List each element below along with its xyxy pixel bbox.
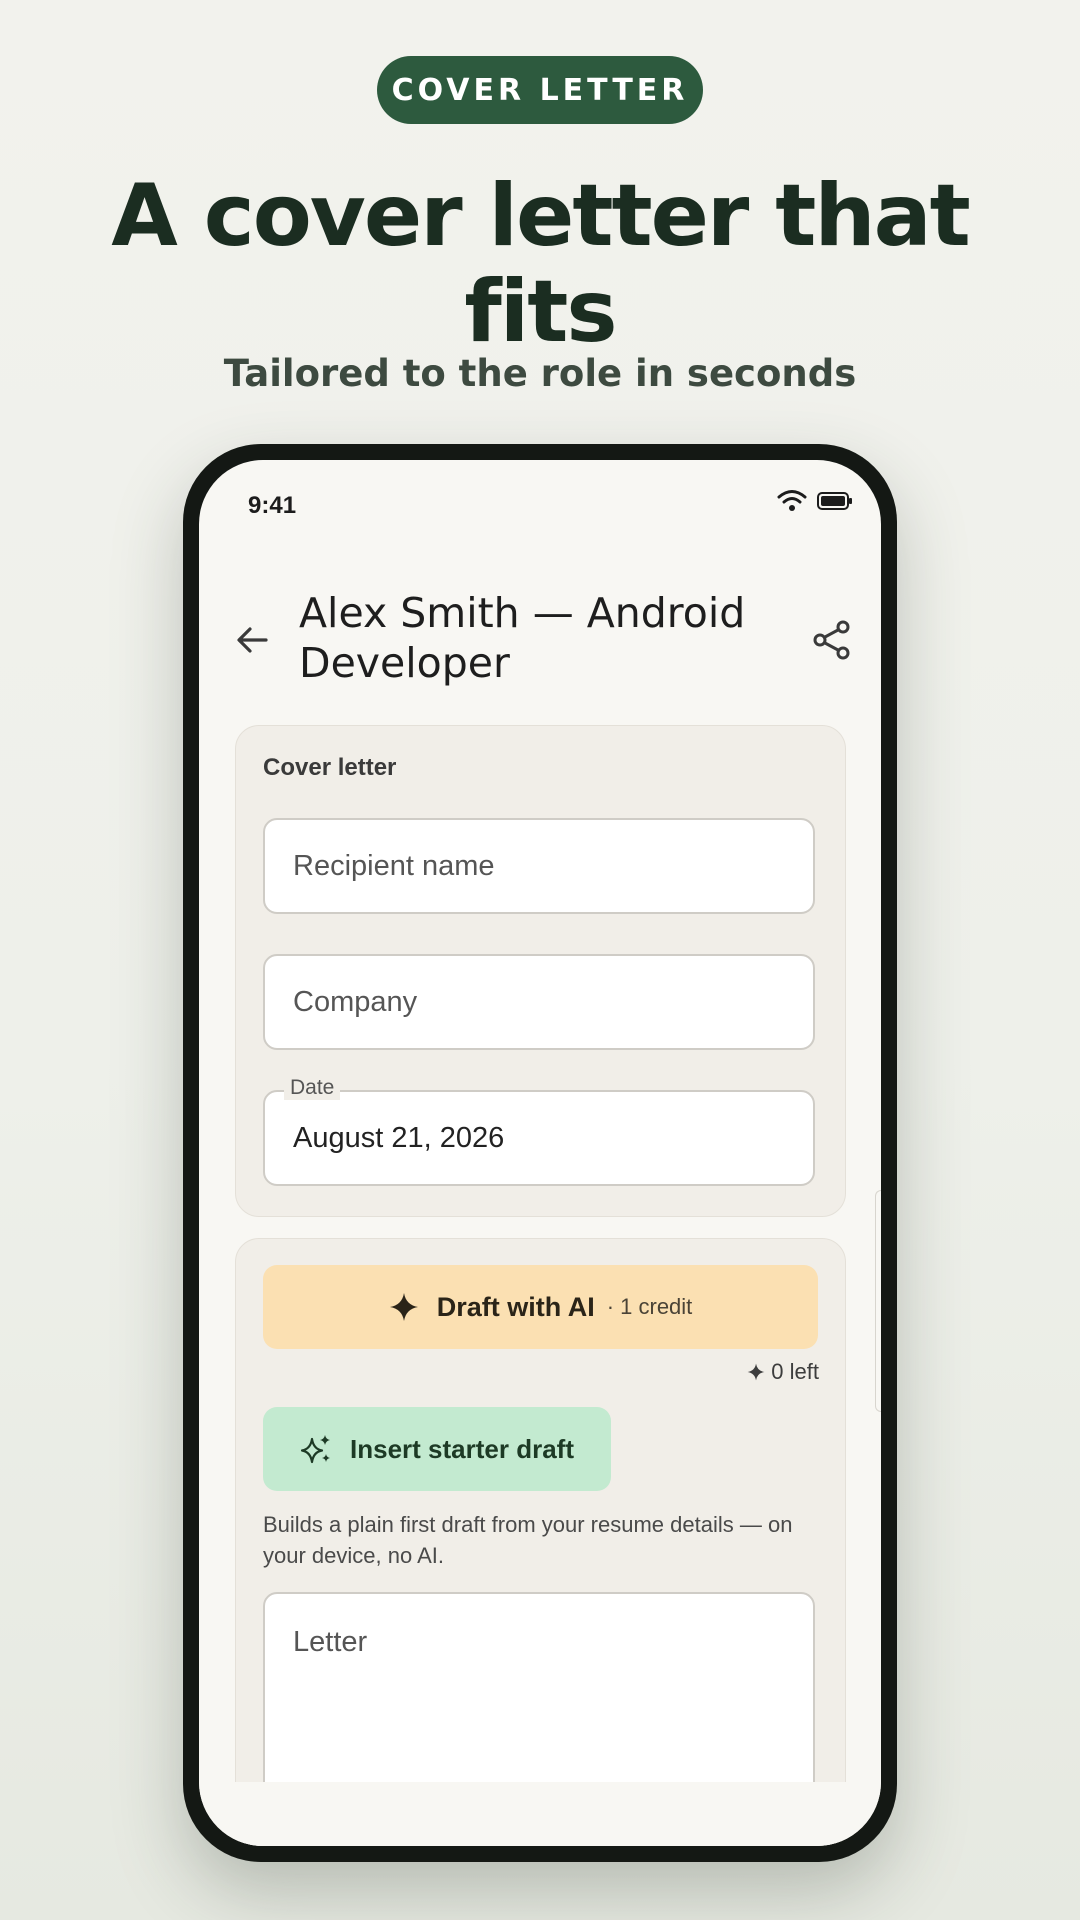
wifi-icon bbox=[777, 490, 807, 511]
starter-draft-hint: Builds a plain first draft from your res… bbox=[263, 1512, 793, 1568]
letter-placeholder: Letter bbox=[293, 1626, 368, 1658]
promo-badge: COVER LETTER bbox=[377, 56, 703, 124]
date-value: August 21, 2026 bbox=[293, 1121, 505, 1154]
screen-title: Alex Smith — Android Developer bbox=[299, 589, 746, 687]
arrow-back-icon[interactable] bbox=[232, 620, 272, 660]
phone-screen: 9:41 Alex Smith — Android Developer Cove… bbox=[199, 460, 881, 1846]
phone-frame: 9:41 Alex Smith — Android Developer Cove… bbox=[183, 444, 897, 1862]
company-field[interactable]: Company bbox=[263, 954, 815, 1050]
promo-headline: A cover letter that fits bbox=[111, 166, 970, 362]
insert-starter-draft-label: Insert starter draft bbox=[350, 1433, 574, 1464]
ai-credit-cost: · 1 credit bbox=[606, 1294, 693, 1319]
recipient-name-placeholder: Recipient name bbox=[293, 849, 495, 882]
company-placeholder: Company bbox=[293, 985, 418, 1018]
draft-card: Draft with AI · 1 credit 0 left Insert s… bbox=[235, 1238, 846, 1846]
sparkle-icon bbox=[747, 1363, 765, 1381]
insert-starter-draft-button[interactable]: Insert starter draft bbox=[263, 1407, 611, 1491]
promo-subheadline: Tailored to the role in seconds bbox=[223, 352, 857, 395]
sparkle-icon bbox=[389, 1293, 418, 1321]
share-icon[interactable] bbox=[811, 619, 853, 661]
credits-left: 0 left bbox=[747, 1359, 819, 1385]
draft-with-ai-button[interactable]: Draft with AI · 1 credit bbox=[263, 1265, 818, 1349]
cover-letter-card: Cover letter Recipient name Company Augu… bbox=[235, 725, 846, 1217]
status-time: 9:41 bbox=[248, 492, 297, 519]
screen-bottom-area bbox=[199, 1782, 881, 1846]
battery-icon bbox=[817, 492, 852, 510]
date-label: Date bbox=[284, 1076, 341, 1100]
draft-with-ai-label: Draft with AI bbox=[436, 1291, 595, 1322]
sparkles-icon bbox=[300, 1435, 331, 1464]
date-field[interactable]: August 21, 2026 bbox=[263, 1090, 815, 1186]
recipient-name-field[interactable]: Recipient name bbox=[263, 818, 815, 914]
credits-left-text: 0 left bbox=[771, 1359, 819, 1384]
card-label: Cover letter bbox=[263, 754, 397, 781]
scroll-indicator[interactable] bbox=[875, 1190, 881, 1412]
